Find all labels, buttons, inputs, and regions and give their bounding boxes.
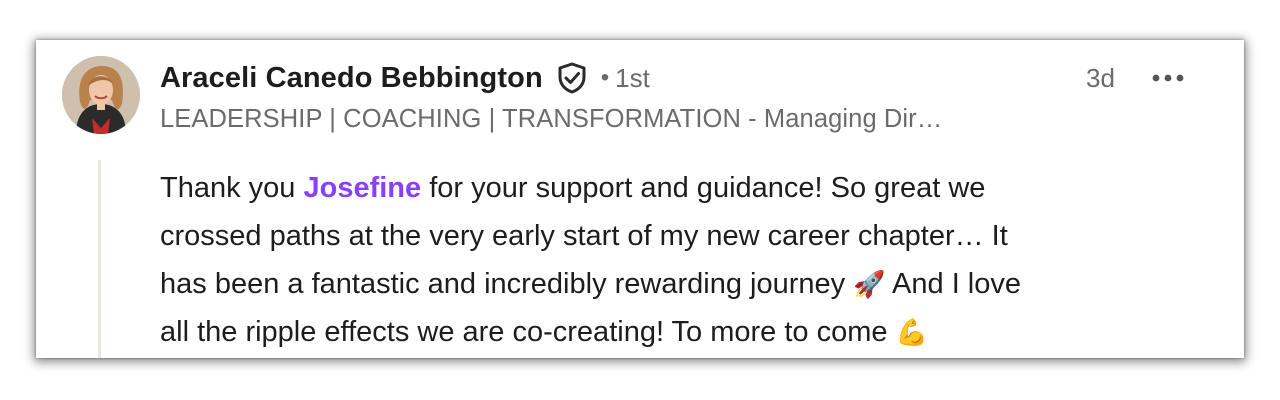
- comment-text-segment: for your support and guidance! So great …: [421, 172, 986, 204]
- comment-text: Thank you Josefine for your support and …: [160, 164, 1220, 356]
- verified-shield-icon: [555, 61, 589, 95]
- muscle-emoji-icon: 💪: [895, 317, 928, 347]
- comment-timestamp: 3d: [1086, 63, 1115, 93]
- thread-line: [98, 160, 101, 358]
- author-headline: LEADERSHIP | COACHING | TRANSFORMATION -…: [160, 105, 943, 133]
- author-name[interactable]: Araceli Canedo Bebbington: [160, 62, 543, 95]
- comment-card: Araceli Canedo Bebbington • 1st 3d LEADE…: [36, 40, 1244, 358]
- connection-separator: •: [600, 64, 610, 91]
- mention-link[interactable]: Josefine: [303, 172, 421, 204]
- connection-degree: 1st: [615, 62, 650, 93]
- rocket-emoji-icon: 🚀: [853, 269, 886, 299]
- comment-text-segment: has been a fantastic and incredibly rewa…: [160, 268, 854, 300]
- more-options-icon[interactable]: [1148, 60, 1188, 96]
- comment-text-segment: And I love: [885, 268, 1022, 300]
- comment-text-segment: crossed paths at the very early start of…: [160, 220, 1008, 252]
- author-row: Araceli Canedo Bebbington • 1st: [160, 58, 650, 98]
- comment-text-segment: Thank you: [160, 172, 304, 204]
- profile-photo: [62, 56, 140, 134]
- comment-text-segment: all the ripple effects we are co-creatin…: [160, 316, 896, 348]
- avatar[interactable]: [62, 56, 140, 134]
